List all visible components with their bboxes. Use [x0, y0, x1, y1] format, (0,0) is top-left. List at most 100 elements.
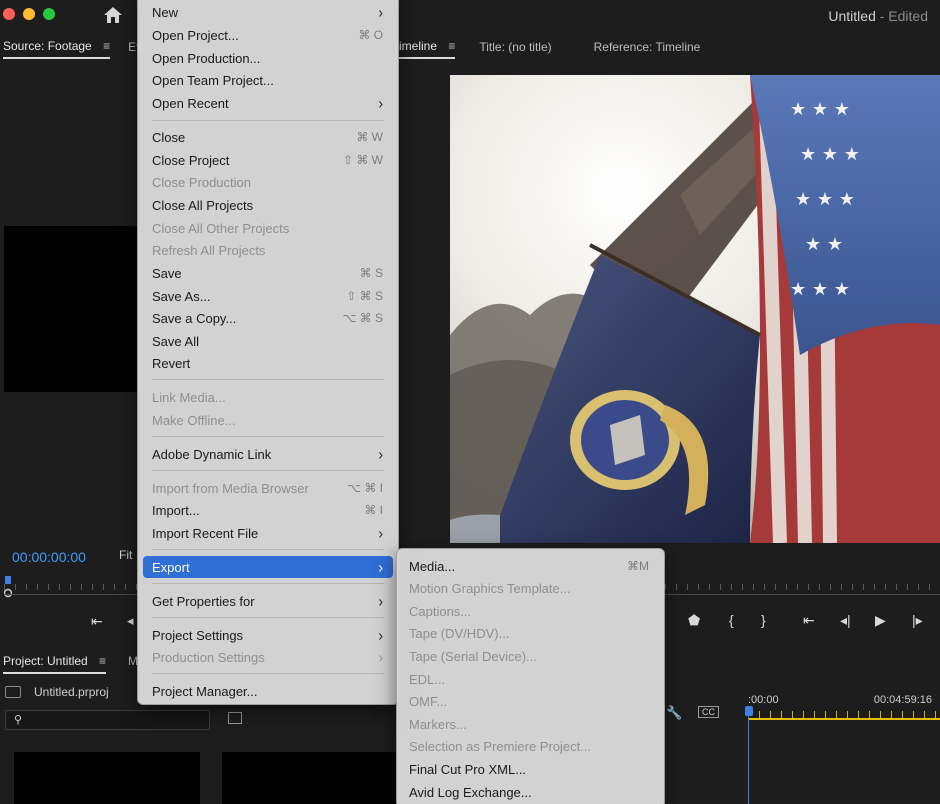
file-menu-item-open-production[interactable]: Open Production... [143, 47, 393, 69]
menu-item-label: Open Recent [152, 95, 229, 111]
file-menu-item-open-recent[interactable]: Open Recent › [143, 92, 393, 114]
new-bin-icon[interactable] [228, 712, 242, 724]
menu-separator [152, 120, 384, 121]
svg-text:★ ★ ★: ★ ★ ★ [790, 279, 850, 300]
mark-in-icon[interactable]: { [729, 612, 734, 628]
timeline-playhead[interactable] [748, 708, 749, 804]
menu-item-shortcut: ⌘ I [364, 503, 383, 517]
chevron-right-icon: › [378, 648, 383, 666]
tab-reference[interactable]: Reference: Timeline [594, 40, 701, 58]
tab-source-footage[interactable]: Source: Footage ≡ [3, 39, 111, 59]
menu-item-label: Selection as Premiere Project... [409, 739, 592, 755]
menu-item-shortcut: ⌘ S [359, 266, 383, 280]
file-menu-item-project-manager[interactable]: Project Manager... [143, 680, 393, 702]
tab-project[interactable]: Project: Untitled ≡ [3, 654, 107, 674]
menu-separator [152, 673, 384, 674]
file-menu-item-import-recent-file[interactable]: Import Recent File › [143, 522, 393, 544]
chevron-right-icon: › [378, 3, 383, 21]
project-item-thumbnail[interactable] [222, 752, 397, 804]
close-window-button[interactable] [3, 8, 15, 20]
menu-item-label: Adobe Dynamic Link [152, 446, 272, 462]
file-menu-item-save-as[interactable]: Save As... ⇧ ⌘ S [143, 285, 393, 307]
document-edited-status: - Edited [879, 8, 928, 24]
menu-item-shortcut: ⇧ ⌘ W [342, 153, 383, 167]
project-panel-menu-icon[interactable]: ≡ [99, 654, 106, 668]
step-back-frame-icon[interactable]: ◂| [840, 612, 851, 629]
file-menu-item-refresh-all-projects: Refresh All Projects [143, 239, 393, 261]
tab-title[interactable]: Title: (no title) [479, 40, 551, 58]
file-menu-item-revert[interactable]: Revert [143, 352, 393, 374]
program-time-ruler[interactable] [665, 578, 940, 595]
file-menu-item-open-project[interactable]: Open Project... ⌘ O [143, 24, 393, 46]
tab-reference-label: Reference: Timeline [593, 40, 701, 54]
add-marker-icon[interactable]: ⬟ [688, 612, 700, 629]
file-menu: New › Open Project... ⌘ O Open Production...… [137, 0, 399, 705]
project-search-input[interactable]: ⚲ [5, 710, 210, 730]
export-menu-item-avid-log-exchange[interactable]: Avid Log Exchange... [402, 781, 659, 803]
source-monitor-view [4, 226, 138, 392]
timeline-playhead-handle[interactable] [745, 706, 753, 716]
file-menu-item-close[interactable]: Close ⌘ W [143, 126, 393, 148]
menu-item-label: Make Offline... [152, 412, 236, 428]
mark-out-icon[interactable]: } [761, 612, 766, 628]
menu-item-label: Open Project... [152, 27, 239, 43]
source-time-ruler[interactable] [4, 576, 138, 598]
panel-menu-icon[interactable]: ≡ [103, 39, 110, 53]
menu-item-label: Avid Log Exchange... [409, 784, 532, 800]
menu-item-label: Production Settings [152, 649, 265, 665]
chevron-right-icon: › [378, 626, 383, 644]
menu-item-label: Get Properties for [152, 593, 255, 609]
go-to-in-icon[interactable]: ⇤ [803, 612, 815, 629]
step-back-icon[interactable]: ⇤ [91, 613, 103, 630]
document-title: Untitled - Edited [828, 8, 928, 24]
minimize-window-button[interactable] [23, 8, 35, 20]
step-forward-frame-icon[interactable]: |▸ [912, 612, 923, 629]
project-item-thumbnail[interactable] [14, 752, 200, 804]
chevron-right-icon: › [378, 445, 383, 463]
file-menu-item-open-team-project[interactable]: Open Team Project... [143, 69, 393, 91]
zoom-fit-dropdown[interactable]: Fit [119, 548, 132, 562]
play-icon[interactable]: ▶ [875, 612, 886, 629]
svg-text:★ ★ ★: ★ ★ ★ [795, 189, 855, 210]
svg-text:★ ★ ★: ★ ★ ★ [790, 99, 850, 120]
menu-item-label: Close All Projects [152, 197, 254, 213]
file-menu-item-make-offline: Make Offline... [143, 409, 393, 431]
menu-item-label: Open Team Project... [152, 72, 274, 88]
file-menu-item-save-all[interactable]: Save All [143, 330, 393, 352]
export-menu-item-final-cut-pro-xml[interactable]: Final Cut Pro XML... [402, 758, 659, 780]
chevron-right-icon: › [378, 592, 383, 610]
file-menu-item-save[interactable]: Save ⌘ S [143, 262, 393, 284]
file-menu-item-close-all-other-projects: Close All Other Projects [143, 217, 393, 239]
flags-video-frame: ★ ★ ★ ★ ★ ★ ★ ★ ★ ★ ★ ★ ★ ★ [450, 75, 940, 543]
file-menu-item-adobe-dynamic-link[interactable]: Adobe Dynamic Link › [143, 443, 393, 465]
captions-icon[interactable]: CC [698, 706, 719, 718]
program-monitor-video-frame: ★ ★ ★ ★ ★ ★ ★ ★ ★ ★ ★ ★ ★ ★ [450, 75, 940, 543]
menu-item-shortcut: ⇧ ⌘ S [346, 289, 383, 303]
file-menu-item-get-properties-for[interactable]: Get Properties for › [143, 590, 393, 612]
export-menu-item-tape-dv-hdv: Tape (DV/HDV)... [402, 623, 659, 645]
file-menu-item-close-all-projects[interactable]: Close All Projects [143, 194, 393, 216]
menu-item-shortcut: ⌘ O [358, 28, 383, 42]
file-menu-item-close-project[interactable]: Close Project ⇧ ⌘ W [143, 149, 393, 171]
menu-separator [152, 436, 384, 437]
program-panel-menu-icon[interactable]: ≡ [448, 39, 455, 53]
maximize-window-button[interactable] [43, 8, 55, 20]
menu-item-label: Save As... [152, 288, 211, 304]
menu-item-label: Save All [152, 333, 199, 349]
file-menu-item-new[interactable]: New › [143, 1, 393, 23]
tab-project-label: Project: Untitled [3, 654, 88, 668]
export-menu-item-motion-graphics-template: Motion Graphics Template... [402, 578, 659, 600]
timeline-work-area-bar[interactable] [748, 718, 940, 720]
source-timecode[interactable]: 00:00:00:00 [12, 549, 86, 565]
menu-separator [152, 549, 384, 550]
file-menu-item-import[interactable]: Import... ⌘ I [143, 499, 393, 521]
home-icon[interactable] [103, 6, 123, 24]
previous-frame-icon[interactable]: ◂ [127, 613, 134, 629]
wrench-icon[interactable]: 🔧 [666, 705, 682, 721]
file-menu-item-save-a-copy[interactable]: Save a Copy... ⌥ ⌘ S [143, 307, 393, 329]
export-menu-item-media[interactable]: Media... ⌘M [402, 555, 659, 577]
file-menu-item-project-settings[interactable]: Project Settings › [143, 624, 393, 646]
menu-item-shortcut: ⌘ W [356, 130, 383, 144]
tab-program-timeline[interactable]: imeline ≡ [399, 39, 456, 59]
file-menu-item-export[interactable]: Export › [143, 556, 393, 578]
